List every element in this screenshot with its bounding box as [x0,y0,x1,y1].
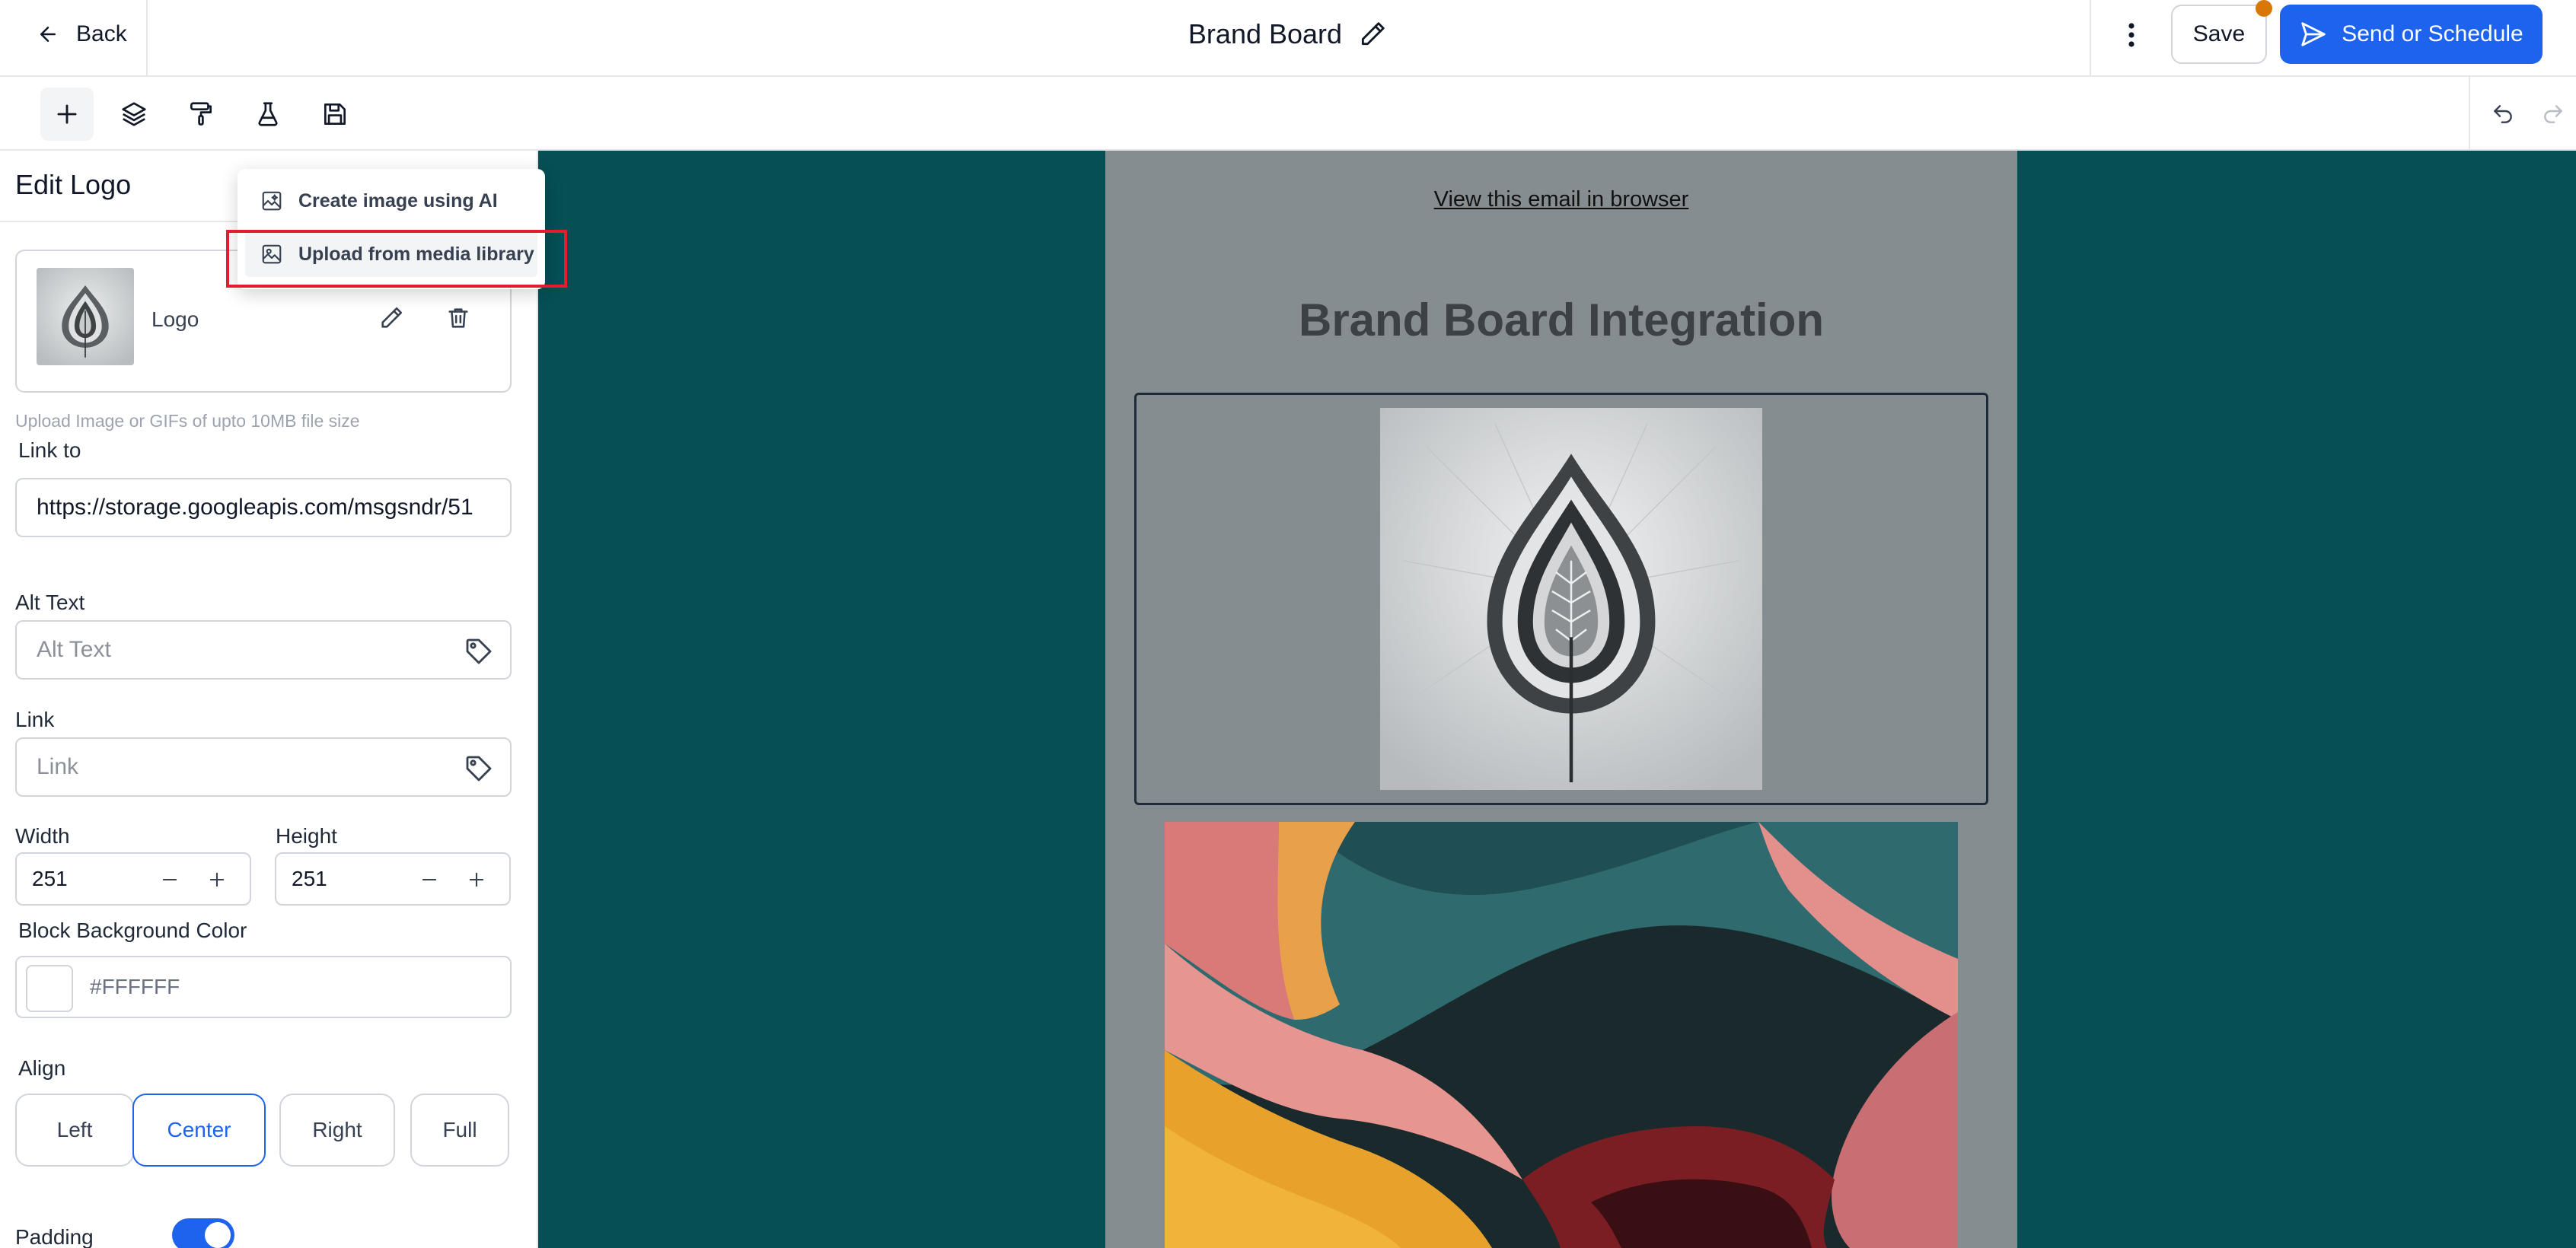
leaf-logo-thumbnail-image [37,268,134,365]
create-image-ai-label: Create image using AI [298,189,498,212]
layers-icon [122,102,146,126]
arrow-left-icon [40,27,56,42]
link-to-field [15,478,512,537]
send-label: Send or Schedule [2342,21,2523,46]
panel-title: Edit Logo [15,169,132,200]
link-to-input[interactable] [17,479,510,536]
width-label: Width [15,824,70,848]
send-icon [2301,22,2326,46]
selected-logo-block[interactable] [1134,393,1988,805]
tag-icon [466,756,492,782]
minus-icon [422,878,437,881]
plus-icon [209,872,225,887]
floppy-disk-icon [324,103,346,126]
width-stepper [15,852,251,906]
undo-icon [2494,105,2512,123]
view-in-browser-link[interactable]: View this email in browser [1105,187,2017,212]
plus-icon [57,104,77,124]
send-or-schedule-button[interactable]: Send or Schedule [2280,5,2543,64]
upload-hint: Upload Image or GIFs of upto 10MB file s… [15,411,360,431]
align-left-button[interactable]: Left [15,1094,134,1167]
bg-color-label: Block Background Color [18,918,247,942]
height-increase-button[interactable] [459,862,494,897]
styles-tool[interactable] [174,88,228,141]
ai-image-icon [262,191,282,211]
bg-color-field [15,956,512,1018]
more-options-button[interactable] [2116,14,2147,56]
pencil-icon [1361,22,1385,46]
image-source-menu: Create image using AI Upload from media … [238,169,545,289]
link-field [15,737,512,797]
minus-icon [162,878,177,881]
paint-roller-icon [190,102,212,126]
tag-icon [466,638,492,664]
height-decrease-button[interactable] [412,862,447,897]
email-canvas: View this email in browser Brand Board I… [538,151,2576,1248]
bg-color-input[interactable] [90,957,486,1017]
padding-label: Padding [15,1225,94,1248]
layers-tool[interactable] [107,88,161,141]
leaf-logo-image [1380,408,1762,790]
logo-thumbnail[interactable] [37,268,134,365]
document-title-text: Brand Board [1188,18,1343,49]
width-increase-button[interactable] [199,862,234,897]
link-input[interactable] [17,739,510,795]
redo-icon [2544,105,2562,123]
email-preview: View this email in browser Brand Board I… [1105,151,2017,1248]
flask-icon [258,102,278,126]
merge-tag-button[interactable] [463,753,495,785]
plus-icon [469,872,484,887]
align-right-button[interactable]: Right [279,1094,395,1167]
alt-text-field [15,620,512,680]
height-label: Height [276,824,337,848]
logo-image[interactable] [1380,408,1762,790]
back-label: Back [76,21,127,46]
merge-tag-button[interactable] [463,635,495,667]
width-input[interactable] [17,854,146,904]
delete-logo-button[interactable] [442,301,475,335]
link-label: Link [15,708,55,731]
vertical-dots-icon [2128,23,2134,47]
back-button[interactable]: Back [37,17,127,52]
divider [2469,77,2470,149]
alt-text-label: Alt Text [15,591,85,614]
image-icon [262,244,282,264]
trash-icon [448,308,468,328]
undo-button[interactable] [2486,97,2520,131]
height-input[interactable] [276,854,406,904]
abstract-art-image [1165,822,1958,1248]
rename-button[interactable] [1357,19,1388,49]
canvas-toolbar [538,77,2576,151]
top-bar: Back Brand Board Save Send or Schedule [0,0,2576,77]
link-to-label: Link to [18,438,81,462]
editor-tool-row [0,77,538,151]
toggle-knob [205,1222,231,1248]
divider [146,0,148,75]
align-label: Align [18,1056,66,1080]
upload-from-media-library-option[interactable]: Upload from media library [245,231,537,277]
upload-from-media-library-label: Upload from media library [298,243,534,265]
create-image-ai-option[interactable]: Create image using AI [245,178,537,224]
divider [2090,0,2091,75]
pencil-icon [381,307,403,328]
add-elements-tool[interactable] [40,88,94,141]
color-swatch[interactable] [26,965,73,1012]
email-heading[interactable]: Brand Board Integration [1105,294,2017,346]
test-tool[interactable] [241,88,295,141]
unsaved-indicator-dot [2256,0,2272,17]
width-decrease-button[interactable] [152,862,187,897]
align-center-button[interactable]: Center [132,1094,266,1167]
height-stepper [275,852,511,906]
padding-toggle[interactable] [172,1218,234,1248]
alt-text-input[interactable] [17,622,510,678]
save-button[interactable]: Save [2171,5,2267,64]
align-full-button[interactable]: Full [410,1094,509,1167]
edit-logo-button[interactable] [375,301,408,335]
abstract-wave-image[interactable] [1165,822,1958,1248]
redo-button[interactable] [2536,97,2570,131]
logo-name: Logo [151,307,199,331]
save-template-tool[interactable] [308,88,362,141]
